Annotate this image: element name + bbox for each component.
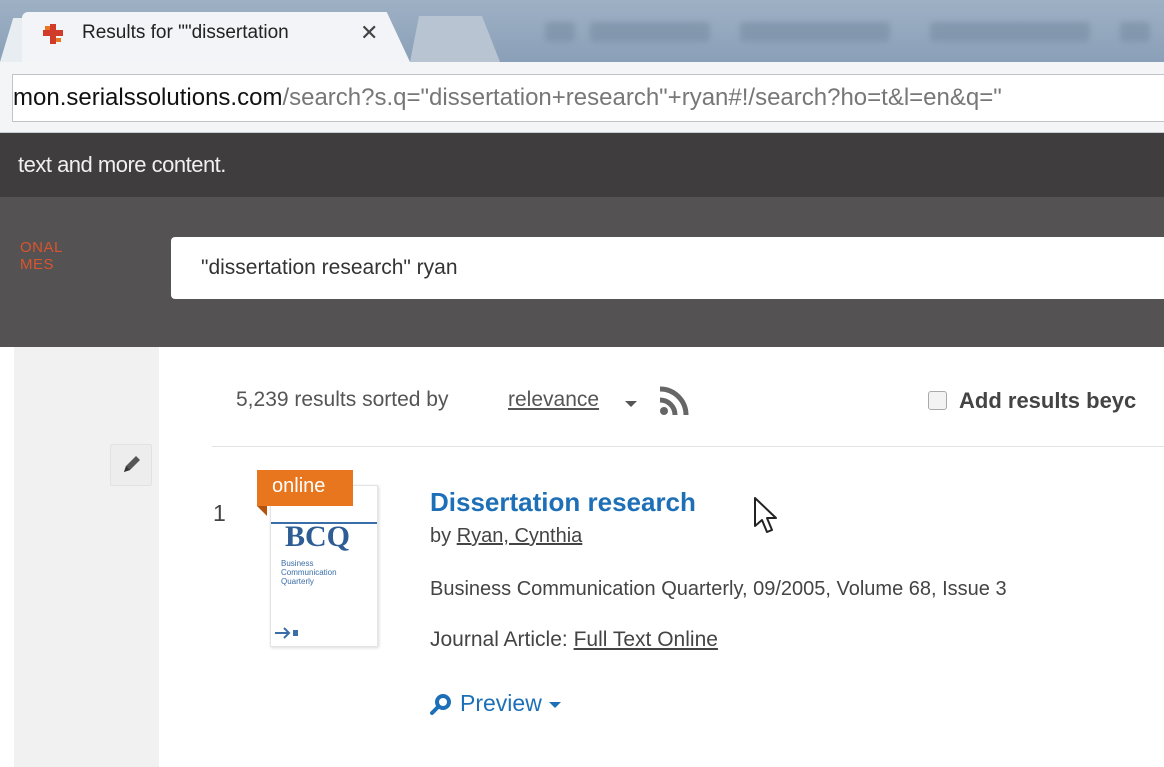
- url-host: mon.serialssolutions.com: [13, 84, 283, 111]
- chevron-down-icon: [548, 702, 561, 708]
- active-tab[interactable]: Results for ""dissertation ✕: [22, 12, 410, 62]
- tab-title: Results for ""dissertation: [82, 22, 289, 43]
- cover-thumbnail[interactable]: BCQ Business Communication Quarterly: [270, 485, 378, 647]
- author-link[interactable]: Ryan, Cynthia: [457, 525, 583, 547]
- notice-bar: text and more content.: [0, 133, 1164, 197]
- browser-tab-strip: Results for ""dissertation ✕: [0, 0, 1164, 62]
- logo-line: MES: [20, 256, 55, 273]
- result-number: 1: [213, 500, 226, 526]
- blurred-tab[interactable]: [740, 22, 890, 42]
- new-tab-button[interactable]: [410, 16, 500, 62]
- address-field[interactable]: mon.serialssolutions.com/search?s.q="dis…: [12, 74, 1164, 122]
- publication-info: Business Communication Quarterly, 09/200…: [430, 578, 1007, 600]
- document-type: Journal Article: Full Text Online: [430, 628, 718, 652]
- url-path: /search?s.q="dissertation+research"+ryan…: [282, 84, 1002, 111]
- site-logo[interactable]: ONAL MES: [20, 239, 63, 273]
- result-byline: by Ryan, Cynthia: [430, 525, 582, 548]
- sort-dropdown[interactable]: relevance: [508, 388, 599, 412]
- search-header: ONAL MES: [0, 197, 1164, 347]
- chevron-down-icon[interactable]: [625, 401, 637, 407]
- full-text-link[interactable]: Full Text Online: [574, 628, 718, 651]
- magnifier-icon: [430, 693, 451, 715]
- facet-sidebar: [14, 347, 159, 767]
- blurred-tab[interactable]: [545, 22, 575, 42]
- blurred-tab[interactable]: [930, 22, 1090, 42]
- pencil-icon: [124, 456, 140, 472]
- logo-line: ONAL: [20, 239, 63, 256]
- by-prefix: by: [430, 525, 452, 547]
- document-type-label: Journal Article:: [430, 628, 568, 651]
- favicon-icon: [43, 24, 63, 44]
- edit-button[interactable]: [110, 444, 152, 486]
- blurred-tab[interactable]: [1120, 22, 1150, 42]
- mouse-cursor-icon: [754, 497, 777, 533]
- results-divider: [212, 446, 1164, 447]
- notice-text: text and more content.: [18, 152, 226, 177]
- online-badge: online: [257, 470, 353, 506]
- preview-label: Preview: [460, 690, 542, 716]
- previous-tab-edge[interactable]: [0, 18, 22, 62]
- add-results-checkbox[interactable]: [928, 391, 947, 410]
- cover-line: Communication: [281, 568, 337, 577]
- search-input[interactable]: [171, 237, 1164, 299]
- address-bar-area: mon.serialssolutions.com/search?s.q="dis…: [0, 62, 1164, 133]
- cover-line: Business: [281, 559, 313, 568]
- rss-icon[interactable]: [658, 385, 694, 417]
- url-text: mon.serialssolutions.com/search?s.q="dis…: [13, 84, 1002, 112]
- cover-title: BCQ: [285, 520, 350, 553]
- badge-fold: [257, 506, 267, 516]
- blurred-tab[interactable]: [590, 22, 710, 42]
- results-count: 5,239 results sorted by: [236, 388, 449, 411]
- result-title-link[interactable]: Dissertation research: [430, 487, 696, 518]
- cover-line: Quarterly: [281, 577, 314, 586]
- add-results-label: Add results beyc: [959, 388, 1137, 413]
- preview-button[interactable]: Preview: [430, 690, 561, 717]
- journal-cover-image: BCQ Business Communication Quarterly: [271, 486, 377, 646]
- close-icon[interactable]: ✕: [360, 20, 378, 46]
